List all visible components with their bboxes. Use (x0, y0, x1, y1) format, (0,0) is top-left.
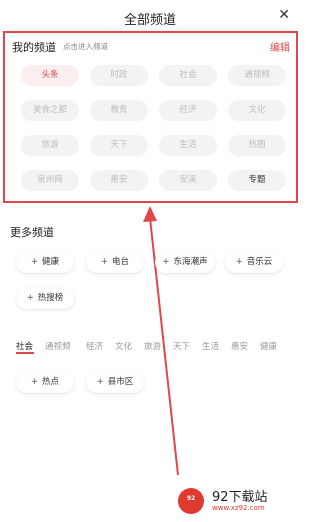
add-channel-chip[interactable]: + 音乐云 (225, 252, 283, 273)
watermark-logo: 92 92下载站 www.xz92.com (176, 486, 298, 520)
add-channel-chip[interactable]: + 热搜榜 (16, 288, 74, 309)
tab-item[interactable]: 惠安 (231, 340, 248, 352)
add-subchannel-chip[interactable]: + 热点 (16, 372, 74, 393)
tab-item[interactable]: 天下 (173, 340, 190, 352)
plus-icon: + (235, 257, 243, 267)
channel-label: 健康 (42, 257, 60, 267)
watermark-name: 92下载站 (212, 490, 268, 505)
watermark-url: www.xz92.com (212, 504, 265, 512)
channel-label: 热搜榜 (37, 293, 64, 303)
logo-badge-text: 92 (186, 495, 196, 502)
add-channel-chip[interactable]: + 东海潮声 (155, 252, 215, 273)
channel-label: 音乐云 (246, 257, 273, 267)
plus-icon: + (26, 293, 34, 303)
tab-item[interactable]: 生活 (202, 340, 219, 352)
more-channels-title: 更多频道 (10, 226, 54, 239)
tab-item[interactable]: 健康 (260, 340, 277, 352)
channel-label: 东海潮声 (173, 257, 208, 267)
active-tab-indicator (16, 352, 34, 354)
plus-icon: + (30, 257, 39, 267)
plus-icon: + (30, 377, 39, 387)
subchannel-label: 热点 (42, 377, 60, 387)
add-subchannel-chip[interactable]: + 县市区 (86, 372, 144, 393)
tab-item[interactable]: 旅游 (144, 340, 161, 352)
tab-item[interactable]: 文化 (115, 340, 132, 352)
tab-item[interactable]: 社会 (16, 340, 33, 352)
subchannel-label: 县市区 (107, 377, 134, 387)
plus-icon: + (162, 257, 170, 267)
tab-item[interactable]: 经济 (86, 340, 103, 352)
category-tabs: 社会 通视频 经济 文化 旅游 天下 生活 惠安 健康 (0, 340, 300, 358)
plus-icon: + (100, 257, 109, 267)
channel-label: 电台 (112, 257, 130, 267)
add-channel-chip[interactable]: + 电台 (86, 252, 144, 273)
tab-item[interactable]: 通视频 (45, 340, 71, 352)
add-channel-chip[interactable]: + 健康 (16, 252, 74, 273)
plus-icon: + (96, 377, 104, 387)
